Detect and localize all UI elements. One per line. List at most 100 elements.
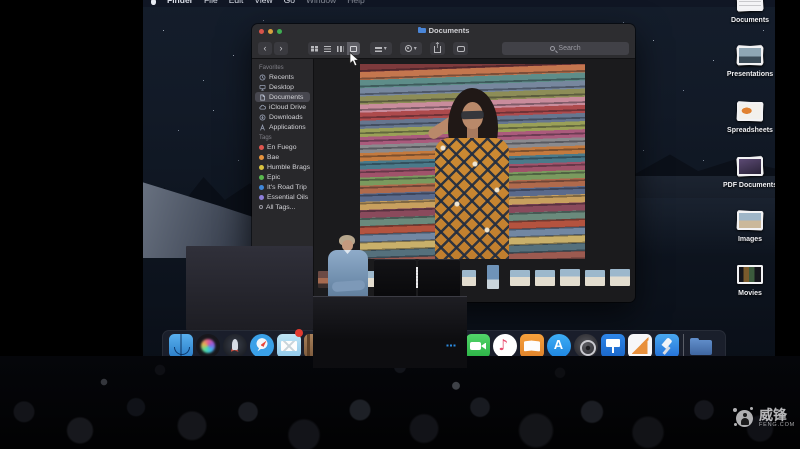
gallery-thumbnail[interactable] xyxy=(560,269,580,286)
sidebar-tag-bae[interactable]: Bae xyxy=(255,152,310,162)
gallery-thumbnail[interactable] xyxy=(610,269,630,286)
sidebar-item-label: Essential Oils xyxy=(267,193,309,201)
list-view-button[interactable] xyxy=(321,42,334,55)
column-view-icon xyxy=(337,45,344,52)
system-preferences-gear-icon xyxy=(573,334,598,358)
sidebar-item-downloads[interactable]: Downloads xyxy=(255,112,310,122)
stack-label: Movies xyxy=(738,290,762,297)
photo-subject-sunglasses xyxy=(460,110,485,120)
nav-buttons: ‹ › xyxy=(258,42,288,55)
sidebar-item-documents[interactable]: Documents xyxy=(255,92,310,102)
document-icon xyxy=(260,94,265,100)
presenter-shirt xyxy=(328,250,368,300)
search-input[interactable]: Search xyxy=(502,42,629,55)
gallery-thumbnail[interactable] xyxy=(510,270,530,286)
sidebar-item-label: It's Road Trip xyxy=(267,183,307,191)
gallery-thumbnail[interactable] xyxy=(462,270,476,286)
gallery-thumbnail[interactable] xyxy=(535,270,555,286)
tag-color-dot xyxy=(259,194,264,200)
sidebar-tag-epic[interactable]: Epic xyxy=(255,172,310,182)
window-title-bar[interactable]: Documents xyxy=(252,24,635,39)
facetime-camera-icon xyxy=(465,334,490,358)
sidebar-item-applications[interactable]: Applications xyxy=(255,122,310,132)
tag-color-dot xyxy=(259,154,264,160)
gallery-thumbnail[interactable] xyxy=(585,270,605,286)
feng-logo-icon xyxy=(733,407,755,429)
sidebar-item-icloud-drive[interactable]: iCloud Drive xyxy=(255,102,310,112)
sidebar-item-recents[interactable]: Recents xyxy=(255,72,310,82)
tag-color-dot xyxy=(259,144,264,150)
menu-bar[interactable]: Finder File Edit View Go Window Help xyxy=(143,0,775,7)
stack-images[interactable]: Images xyxy=(725,209,775,243)
back-button[interactable]: ‹ xyxy=(258,42,272,55)
stack-documents-icon[interactable] xyxy=(733,0,767,14)
stack-movies-icon[interactable] xyxy=(733,263,767,287)
sidebar-item-label: Epic xyxy=(267,173,281,181)
menu-item-help[interactable]: Help xyxy=(347,0,364,5)
stack-movies[interactable]: Movies xyxy=(725,263,775,297)
pages-pen-icon xyxy=(627,334,652,358)
menu-item-go[interactable]: Go xyxy=(284,0,295,5)
sidebar-tag-essential-oils[interactable]: Essential Oils xyxy=(255,192,310,202)
menu-item-file[interactable]: File xyxy=(204,0,218,5)
sidebar-tag-en-fuego[interactable]: En Fuego xyxy=(255,142,310,152)
gallery-thumbnail[interactable] xyxy=(487,265,499,289)
sidebar-item-desktop[interactable]: Desktop xyxy=(255,82,310,92)
keynote-stage-scene: Finder File Edit View Go Window Help Doc… xyxy=(0,0,800,449)
stack-presentations-icon[interactable] xyxy=(733,44,767,68)
icon-view-button[interactable] xyxy=(308,42,321,55)
menu-item-finder[interactable]: Finder xyxy=(167,0,193,5)
tag-color-dot xyxy=(259,164,264,170)
forward-button[interactable]: › xyxy=(274,42,288,55)
app-store-icon: A xyxy=(546,334,571,358)
menu-bar-items: Finder File Edit View Go Window Help xyxy=(151,0,365,5)
menu-item-view[interactable]: View xyxy=(254,0,272,5)
desktop-icon xyxy=(259,84,266,91)
apple-menu-icon[interactable] xyxy=(151,0,156,5)
column-view-button[interactable] xyxy=(334,42,347,55)
window-title-text: Documents xyxy=(428,26,470,35)
sidebar-tag-all-tags[interactable]: All Tags... xyxy=(255,202,310,212)
applications-icon xyxy=(260,123,265,130)
itunes-music-note-icon: ♪ xyxy=(492,334,517,358)
sidebar-tag-humble-brags[interactable]: Humble Brags xyxy=(255,162,310,172)
xcode-hammer-icon xyxy=(654,334,679,358)
stack-pdf-icon[interactable] xyxy=(733,155,767,179)
menu-item-window[interactable]: Window xyxy=(306,0,336,5)
stack-label: Images xyxy=(737,236,763,243)
sidebar-item-label: Desktop xyxy=(269,83,294,91)
downloads-folder-icon xyxy=(689,334,713,358)
group-by-button[interactable]: ▾ xyxy=(370,42,392,55)
dock-divider xyxy=(683,334,684,358)
keynote-podium-icon xyxy=(600,334,625,358)
sidebar-item-label: Downloads xyxy=(269,113,303,121)
stack-sheet-front xyxy=(737,265,763,284)
desktop-stacks: Documents Presentations Spreadsheets PDF… xyxy=(723,0,775,330)
download-circle-icon xyxy=(259,114,266,120)
sidebar-item-label: Recents xyxy=(269,73,294,81)
stack-label: Spreadsheets xyxy=(727,127,773,134)
sidebar-item-label: Documents xyxy=(269,93,304,101)
stack-documents[interactable]: Documents xyxy=(725,0,775,24)
stack-sheet-front xyxy=(737,157,763,176)
stack-images-icon[interactable] xyxy=(733,209,767,233)
podium-desk xyxy=(313,296,467,368)
window-toolbar: ‹ › ▾ ▾ ↑ Search xyxy=(252,39,635,59)
sidebar-tag-its-road-trip[interactable]: It's Road Trip xyxy=(255,182,310,192)
share-button[interactable]: ↑ xyxy=(430,42,445,55)
sidebar-section-tags: Tags xyxy=(259,135,272,141)
watermark: 威锋 FENG.COM xyxy=(733,392,799,444)
stack-spreadsheets-icon[interactable] xyxy=(733,100,767,124)
siri-icon xyxy=(195,334,220,358)
cloud-icon xyxy=(259,104,266,110)
stack-pdf-documents[interactable]: PDF Documents xyxy=(723,155,775,189)
sidebar-item-label: All Tags... xyxy=(266,203,296,211)
stack-sheet-front xyxy=(737,102,763,121)
stack-spreadsheets[interactable]: Spreadsheets xyxy=(725,100,775,134)
sidebar-item-label: Humble Brags xyxy=(267,163,311,171)
menu-item-edit[interactable]: Edit xyxy=(229,0,244,5)
action-menu-button[interactable]: ▾ xyxy=(400,42,422,55)
gallery-main-photo[interactable] xyxy=(360,64,585,259)
tags-button[interactable] xyxy=(453,42,468,55)
stack-presentations[interactable]: Presentations xyxy=(725,44,775,78)
